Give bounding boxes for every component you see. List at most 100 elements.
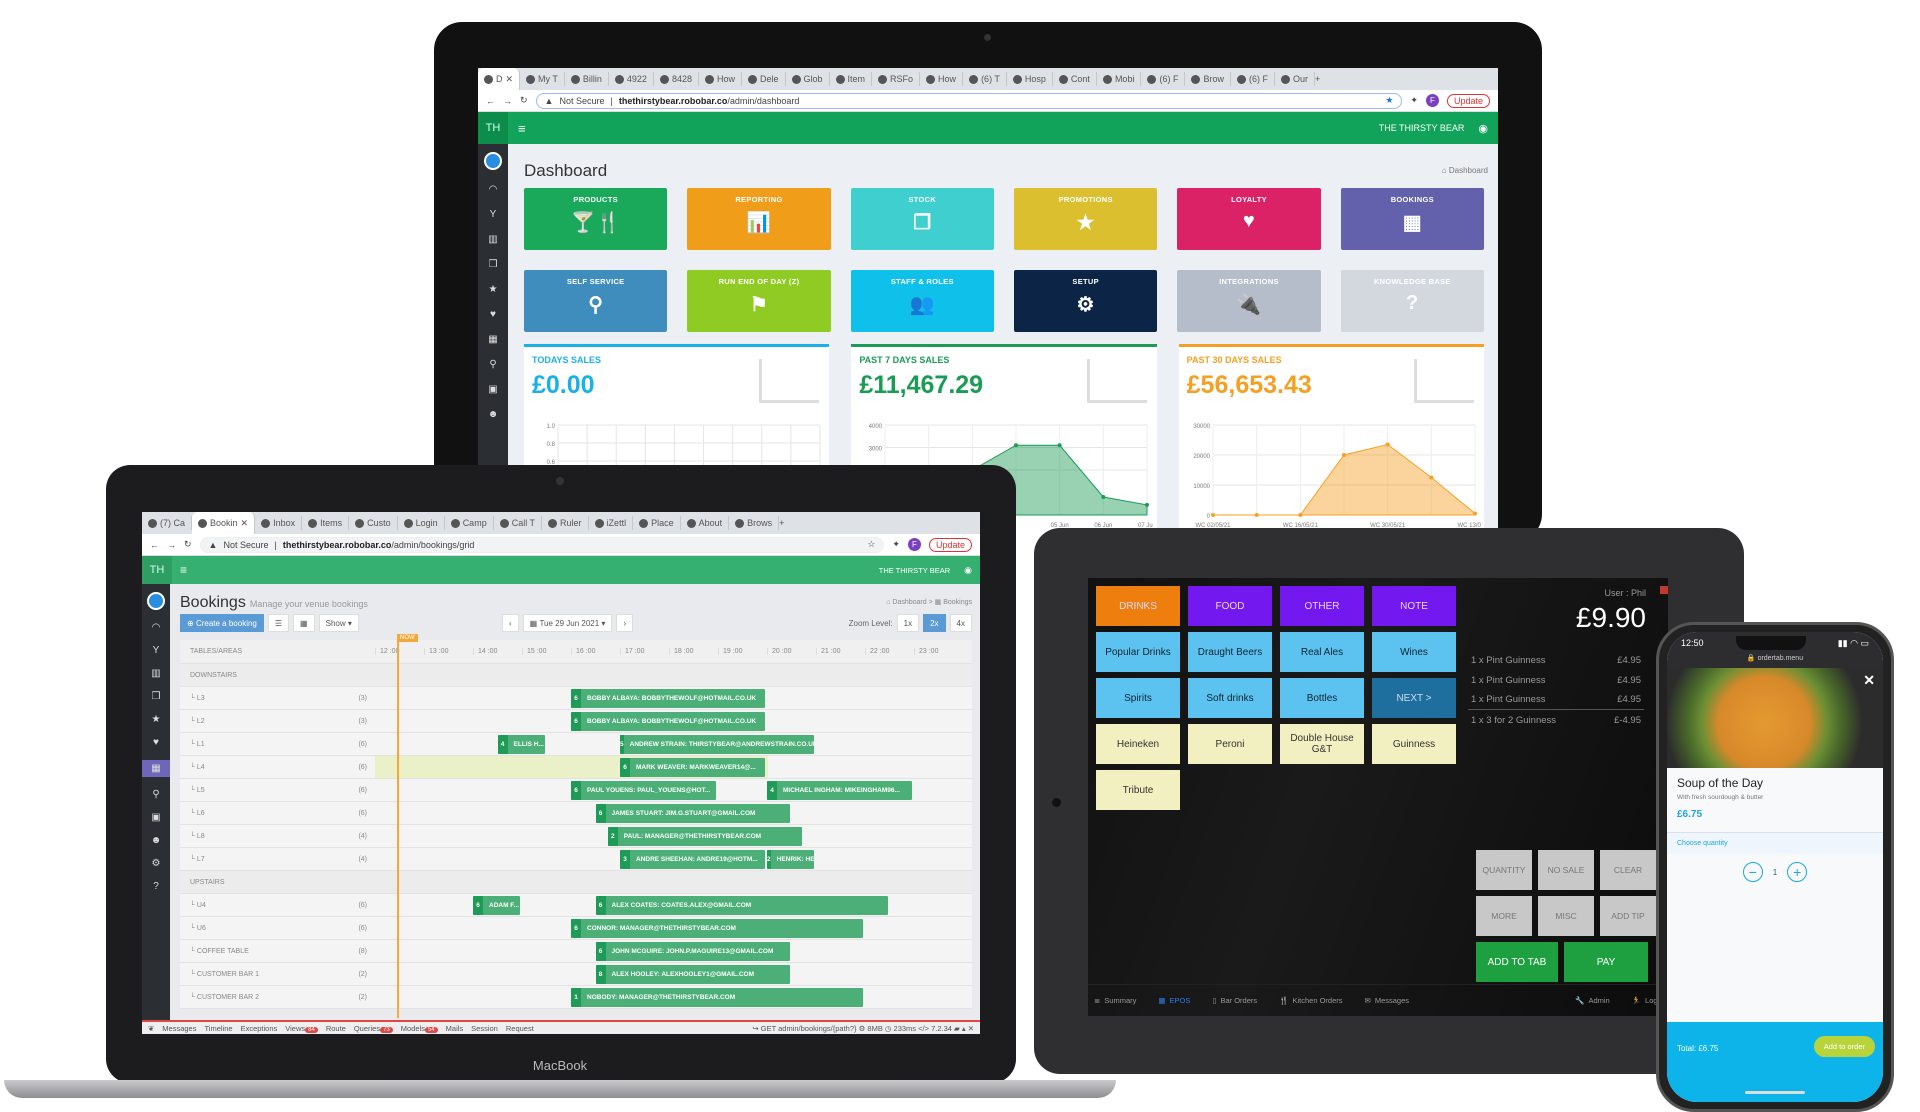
browser-tab[interactable]: Ruler: [542, 516, 589, 530]
module-tile-promotions[interactable]: PROMOTIONS ★: [1013, 188, 1158, 250]
hamburger-menu-icon[interactable]: ≡: [180, 563, 187, 577]
self-service-icon[interactable]: ⚲: [489, 359, 496, 370]
browser-tab[interactable]: (6) F: [1231, 72, 1275, 86]
product-group-button[interactable]: NEXT >: [1372, 678, 1456, 718]
products-icon[interactable]: Y: [490, 209, 497, 220]
extensions-icon[interactable]: ✦: [1410, 95, 1418, 106]
tab-close-icon[interactable]: ✕: [506, 74, 514, 85]
staff-icon[interactable]: ☻: [151, 835, 162, 846]
profile-avatar[interactable]: F: [907, 538, 921, 551]
close-icon[interactable]: ✕: [1863, 672, 1875, 689]
product-button[interactable]: Peroni: [1188, 724, 1272, 764]
zoom-1x-button[interactable]: 1x: [896, 614, 920, 632]
promotions-icon[interactable]: ★: [152, 714, 161, 725]
product-button[interactable]: Heineken: [1096, 724, 1180, 764]
no-sale-button[interactable]: NO SALE: [1538, 850, 1594, 890]
url-input[interactable]: ▲ Not Secure | thethirstybear.robobar.co…: [199, 536, 885, 553]
product-group-button[interactable]: Wines: [1372, 632, 1456, 672]
product-button[interactable]: Tribute: [1096, 770, 1180, 810]
debug-tab[interactable]: Models 54: [401, 1024, 438, 1033]
debug-tab[interactable]: Mails: [446, 1024, 464, 1033]
url-input[interactable]: ▲ Not Secure | thethirstybear.robobar.co…: [535, 92, 1403, 109]
tab-close-icon[interactable]: ✕: [241, 518, 249, 529]
forward-icon[interactable]: →: [167, 540, 176, 550]
browser-tab[interactable]: Inbox: [255, 516, 303, 530]
module-tile-staff-roles[interactable]: STAFF & ROLES 👥: [850, 270, 994, 332]
browser-tab[interactable]: Login: [398, 516, 445, 530]
extensions-icon[interactable]: ✦: [892, 539, 900, 550]
browser-tab[interactable]: Brows: [729, 516, 780, 530]
browser-tab[interactable]: Items: [302, 516, 350, 530]
receipt-line[interactable]: 1 x Pint Guinness £4.95: [1468, 650, 1644, 670]
nav-messages[interactable]: ✉ Messages: [1365, 996, 1409, 1005]
misc-button[interactable]: MISC: [1538, 896, 1594, 936]
browser-tab[interactable]: Bookin ✕: [192, 512, 256, 534]
bookings-icon[interactable]: ▦: [488, 334, 497, 345]
self-service-icon[interactable]: ⚲: [152, 789, 159, 800]
calendar-view-button[interactable]: ▦: [293, 614, 315, 632]
profile-avatar[interactable]: F: [1425, 94, 1439, 107]
date-picker[interactable]: ▦ Tue 29 Jun 2021 ▾: [522, 614, 613, 632]
booking-bar[interactable]: 6 ALEX COATES: COATES.ALEX@GMAIL.COM: [595, 896, 888, 915]
new-tab-icon[interactable]: +: [779, 518, 784, 528]
booking-bar[interactable]: 6 CONNOR: MANAGER@THETHIRSTYBEAR.COM: [571, 919, 863, 938]
home-indicator[interactable]: [1745, 1091, 1805, 1094]
app-logo[interactable]: TH: [478, 112, 508, 144]
product-button[interactable]: Guinness: [1372, 724, 1456, 764]
browser-tab[interactable]: (7) Ca: [142, 516, 193, 530]
stock-icon[interactable]: ❒: [489, 259, 498, 270]
dashboard-icon[interactable]: ◠: [489, 184, 498, 195]
pay-button[interactable]: PAY: [1564, 942, 1648, 982]
receipt-line[interactable]: 1 x Pint Guinness £4.95: [1468, 690, 1644, 710]
staff-icon[interactable]: ☻: [488, 409, 499, 420]
module-tile-bookings[interactable]: BOOKINGS ▦: [1340, 188, 1484, 250]
debug-tab[interactable]: Messages: [162, 1024, 196, 1033]
browser-tab[interactable]: Glob: [786, 72, 830, 86]
booking-bar[interactable]: 6 PAUL YOUENS: PAUL_YOUENS@HOT...: [571, 781, 716, 800]
close-indicator[interactable]: [1660, 586, 1668, 594]
update-button[interactable]: Update: [1446, 93, 1490, 108]
browser-tab[interactable]: Camp: [445, 516, 494, 530]
bookmark-star-icon[interactable]: ☆: [867, 539, 875, 550]
booking-bar[interactable]: 2 PAUL: MANAGER@THETHIRSTYBEAR.COM: [607, 827, 802, 846]
user-account-icon[interactable]: ◉: [1478, 122, 1488, 135]
decrease-quantity-button[interactable]: −: [1742, 862, 1763, 882]
browser-tab[interactable]: My T: [520, 72, 565, 86]
module-tile-integrations[interactable]: INTEGRATIONS 🔌: [1177, 270, 1321, 332]
browser-tab[interactable]: Call T: [494, 516, 543, 530]
browser-tab[interactable]: (6) F: [1141, 72, 1186, 86]
list-view-button[interactable]: ☰: [267, 614, 290, 632]
products-icon[interactable]: Y: [153, 645, 160, 656]
nav-epos[interactable]: ▦ EPOS: [1158, 996, 1190, 1005]
quantity-button[interactable]: QUANTITY: [1476, 850, 1532, 890]
booking-bar[interactable]: 6 BOBBY ALBAYA: BOBBYTHEWOLF@HOTMAIL.CO.U…: [571, 712, 765, 731]
booking-bar[interactable]: 6 MARK WEAVER: MARKWEAVER14@...: [620, 758, 765, 777]
debug-tab[interactable]: Request: [506, 1024, 534, 1033]
module-tile-loyalty[interactable]: LOYALTY ♥: [1177, 188, 1321, 250]
module-tile-products[interactable]: PRODUCTS 🍸🍴: [524, 188, 668, 250]
user-account-icon[interactable]: ◉: [964, 565, 972, 576]
power-icon[interactable]: [147, 592, 165, 610]
booking-bar[interactable]: 2 HENRIK: HENRIK.TAK...: [767, 850, 814, 869]
bookmark-star-icon[interactable]: ★: [1385, 95, 1393, 106]
browser-tab[interactable]: Item: [830, 72, 873, 86]
booking-bar[interactable]: 6 JOHN MCGUIRE: JOHN.P.MAGUIRE13@GMAIL.CO…: [595, 942, 790, 961]
add-to-order-button[interactable]: Add to order: [1813, 1036, 1875, 1057]
browser-tab[interactable]: RSFo: [872, 72, 921, 86]
receipt-line[interactable]: 1 x Pint Guinness £4.95: [1468, 670, 1644, 690]
loyalty-icon[interactable]: ♥: [490, 309, 496, 320]
dashboard-icon[interactable]: ◠: [152, 622, 161, 633]
browser-tab[interactable]: iZettl: [589, 516, 634, 530]
receipt-line[interactable]: 1 x 3 for 2 Guinness £-4.95: [1468, 710, 1644, 730]
forward-icon[interactable]: →: [503, 96, 512, 106]
reporting-icon[interactable]: ▥: [488, 234, 497, 245]
product-group-button[interactable]: Bottles: [1280, 678, 1364, 718]
product-group-button[interactable]: Soft drinks: [1188, 678, 1272, 718]
zoom-2x-button[interactable]: 2x: [923, 614, 946, 632]
next-day-button[interactable]: ›: [616, 614, 634, 632]
debug-tab[interactable]: Session: [471, 1024, 498, 1033]
debug-tab[interactable]: Queries 73: [354, 1024, 393, 1033]
browser-tab[interactable]: About: [681, 516, 730, 530]
more-button[interactable]: MORE: [1476, 896, 1532, 936]
product-group-button[interactable]: Popular Drinks: [1096, 632, 1180, 672]
